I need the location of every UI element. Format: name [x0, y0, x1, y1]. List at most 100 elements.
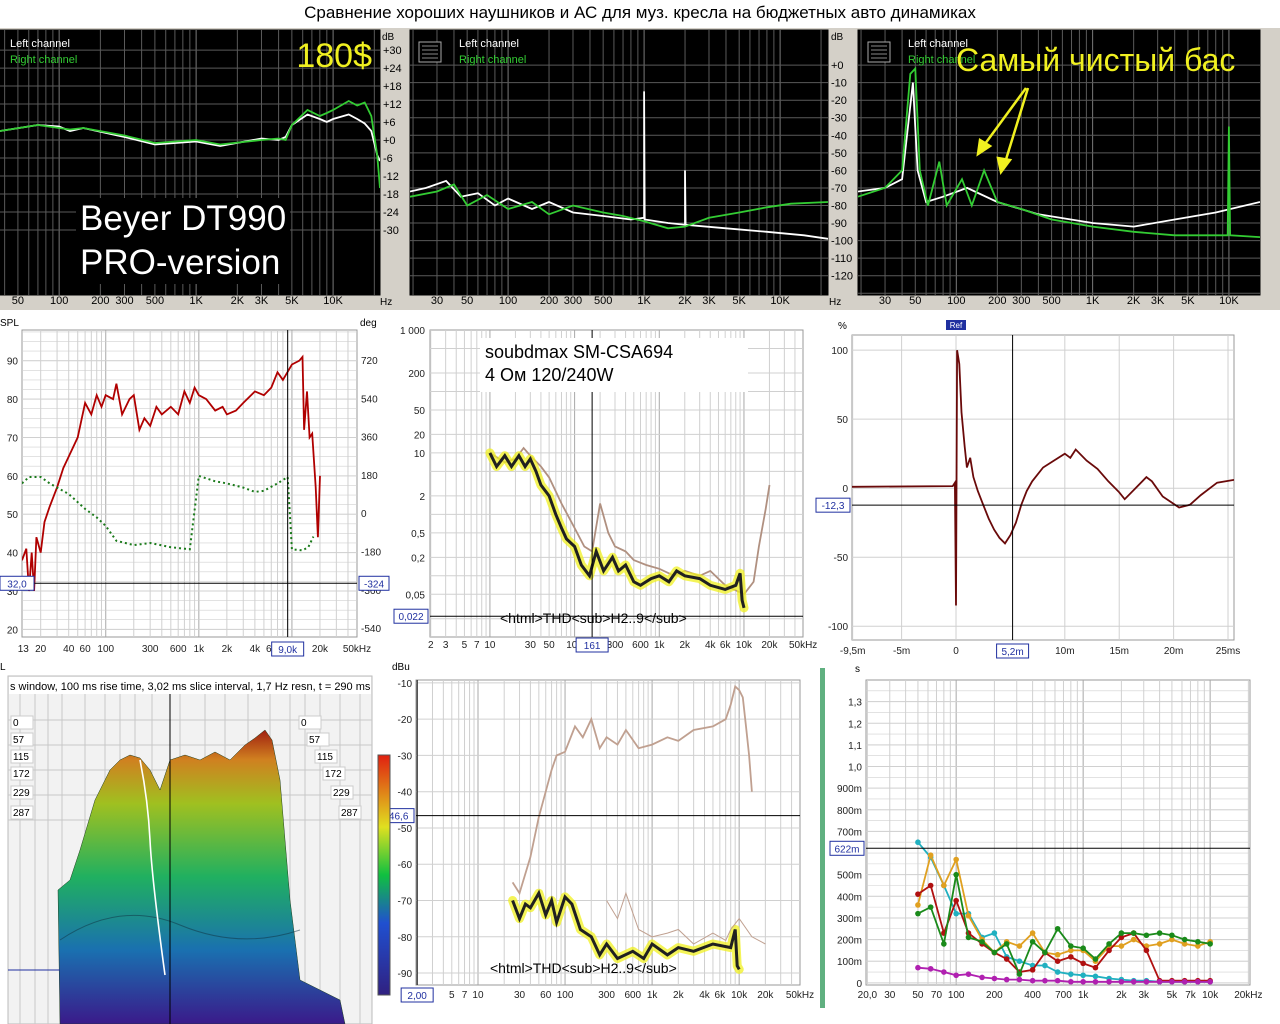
data-point — [927, 965, 934, 972]
x-tick-label: 400 — [1024, 990, 1041, 1001]
x-tick-label: -5m — [893, 646, 910, 657]
x-tick-label: 2k — [673, 990, 685, 1001]
data-point — [927, 882, 934, 889]
dbu-axis-label: dBu — [392, 662, 410, 673]
data-point — [1195, 978, 1201, 985]
data-point — [1068, 954, 1074, 960]
x-tick-label: 7k — [1185, 990, 1197, 1001]
thd-legend-2: <html>THD<sub>H2..9</sub> — [490, 960, 677, 976]
x-tick-label: 100 — [948, 990, 965, 1001]
x-tick-label: 3K — [702, 295, 716, 307]
y-tick-label: 20 — [414, 430, 426, 441]
data-point — [1169, 978, 1175, 985]
y-tick-label: +18 — [383, 81, 402, 93]
y-tick-label: -120 — [831, 271, 853, 283]
y-tick-label: -90 — [831, 218, 847, 230]
x-tick-label: 2K — [678, 295, 692, 307]
y-tick-label: 900m — [837, 784, 862, 795]
x-tick-label: 500 — [1042, 295, 1060, 307]
data-point — [1181, 936, 1188, 943]
waterfall-chart: L s window, 100 ms rise time, 3,02 ms sl… — [0, 662, 391, 1024]
x-tick-label: 4k — [699, 990, 711, 1001]
data-point — [1003, 941, 1010, 947]
data-point — [1029, 967, 1036, 973]
x-tick-label: 6k — [715, 990, 727, 1001]
x-tick-label: 300 — [598, 990, 615, 1001]
data-point — [1029, 938, 1036, 945]
y-tick-label: 0,2 — [411, 553, 425, 564]
data-point — [1130, 936, 1137, 943]
data-point — [1130, 978, 1137, 985]
x-tick-label: 10 — [484, 640, 496, 651]
x-tick-label: 0 — [953, 646, 959, 657]
x-tick-label: 3K — [1151, 295, 1165, 307]
y-tick-label: -30 — [383, 225, 399, 237]
x-tick-label: 50 — [909, 295, 921, 307]
x-tick-label: 10k — [1202, 990, 1219, 1001]
y-tick-label: 200 — [408, 369, 425, 380]
y-tick-label: +0 — [383, 135, 396, 147]
x-tick-label: 100 — [50, 295, 68, 307]
data-point — [991, 975, 998, 982]
waterfall-time-label: 0 — [13, 718, 19, 729]
data-point — [1003, 976, 1010, 983]
cursor-x-label: 161 — [584, 641, 601, 652]
x-tick-label: 10k — [736, 640, 753, 651]
x-tick-label: 5K — [285, 295, 299, 307]
y-tick-label: 40 — [7, 549, 19, 560]
data-point — [1080, 945, 1086, 952]
x-tick-label: 600 — [170, 644, 187, 655]
x-tick-label: 25ms — [1216, 646, 1240, 657]
y-tick-label: -60 — [831, 165, 847, 177]
y2-tick-label: 180 — [361, 471, 378, 482]
chart-7: 5 7 10 30 60 100 300 600 1k 2k 4k 6k 10k 20k 50kHz -10 -… — [379, 679, 814, 1003]
x-tick-label: 2k — [1116, 990, 1128, 1001]
y-tick-label: 200m — [837, 936, 862, 947]
y-tick-label: -100 — [828, 622, 848, 633]
y-tick-label: 0 — [842, 484, 848, 495]
data-point — [991, 949, 998, 956]
data-point — [1195, 938, 1201, 945]
legend-right-channel-2: Right channel — [459, 54, 526, 66]
data-point — [1092, 978, 1099, 985]
x-tick-label: 1k — [194, 644, 206, 655]
data-point — [915, 902, 921, 908]
data-point — [1156, 930, 1163, 936]
y-tick-label: 50 — [414, 406, 426, 417]
x-tick-label: 50 — [461, 295, 473, 307]
chart-1: 30 50 100 200 300 500 1K 2K 3K 5K 10K +0 -10 -20 -30 -4… — [409, 29, 853, 307]
y-tick-label: 300m — [837, 914, 862, 925]
data-point — [1054, 977, 1061, 984]
data-point — [1054, 969, 1061, 975]
data-point — [941, 882, 947, 889]
data-point — [1068, 943, 1074, 949]
y-tick-label: 50 — [837, 415, 849, 426]
y-tick-label: -110 — [831, 253, 852, 265]
y-tick-label: 2 — [419, 492, 425, 503]
y2-tick-label: 360 — [361, 433, 378, 444]
model-label-line1: Beyer DT990 — [80, 199, 286, 238]
x-tick-label: 5K — [1181, 295, 1195, 307]
channel-icon — [418, 41, 442, 63]
x-tick-label: 50 — [544, 640, 556, 651]
color-scale-bar — [377, 754, 391, 996]
x-tick-label: 1K — [1086, 295, 1100, 307]
x-tick-label: 60 — [540, 990, 552, 1001]
hz-unit-2: Hz — [829, 297, 841, 308]
data-point — [915, 910, 921, 917]
x-tick-label: 5k — [1167, 990, 1179, 1001]
y-tick-label: -50 — [831, 148, 847, 160]
x-tick-label: 600 — [632, 640, 649, 651]
x-tick-label: 10K — [323, 295, 343, 307]
x-tick-label: 50kHz — [789, 640, 817, 651]
y-tick-label: -12 — [383, 171, 399, 183]
x-tick-label: 13 — [18, 644, 30, 655]
legend-right-channel: Right channel — [10, 54, 77, 66]
x-tick-label: 20k — [312, 644, 329, 655]
y-tick-label: -30 — [831, 113, 847, 125]
x-tick-label: 300 — [564, 295, 582, 307]
y-tick-label: 500m — [837, 871, 862, 882]
y-tick-label: -90 — [398, 969, 413, 980]
y2-tick-label: 720 — [361, 356, 378, 367]
y-tick-label: 10 — [414, 449, 426, 460]
